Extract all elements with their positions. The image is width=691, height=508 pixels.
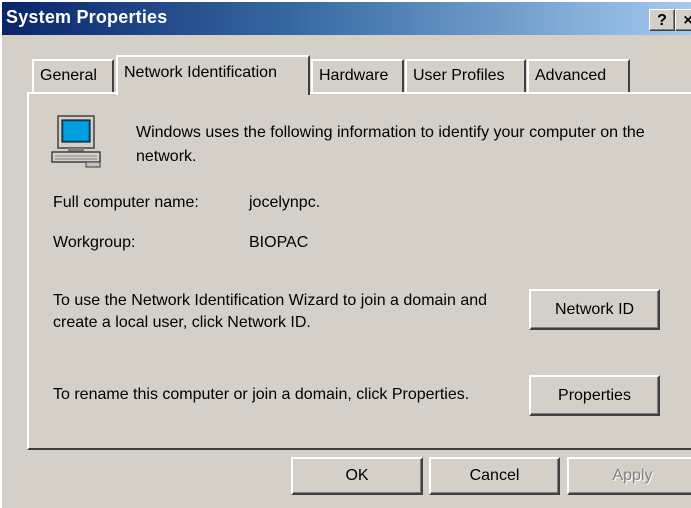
intro-text: Windows uses the following information t… [136, 124, 645, 165]
tab-hardware[interactable]: Hardware [311, 59, 404, 92]
network-wizard-text: To use the Network Identification Wizard… [53, 292, 488, 331]
window-title: System Properties [6, 7, 168, 27]
tab-network-identification[interactable]: Network Identification [116, 55, 310, 95]
system-properties-dialog: System Properties ? × General Network Id… [0, 0, 691, 508]
full-computer-name-value: jocelynpc. [249, 194, 321, 211]
rename-text: To rename this computer or join a domain… [53, 386, 470, 403]
network-id-button[interactable]: Network ID [529, 289, 660, 330]
workgroup-value: BIOPAC [249, 234, 309, 251]
help-button[interactable]: ? [649, 9, 675, 31]
computer-icon [51, 115, 101, 168]
properties-button[interactable]: Properties [529, 375, 660, 416]
tab-general[interactable]: General [32, 59, 114, 92]
ok-button[interactable]: OK [291, 457, 423, 495]
cancel-button[interactable]: Cancel [429, 457, 560, 495]
close-button[interactable]: × [675, 9, 691, 31]
tab-advanced[interactable]: Advanced [527, 59, 630, 92]
tab-user-profiles[interactable]: User Profiles [405, 59, 526, 92]
workgroup-label: Workgroup: [53, 234, 136, 251]
title-bar[interactable]: System Properties ? × [2, 2, 691, 35]
apply-button[interactable]: Apply [567, 457, 691, 495]
full-computer-name-label: Full computer name: [53, 194, 199, 211]
